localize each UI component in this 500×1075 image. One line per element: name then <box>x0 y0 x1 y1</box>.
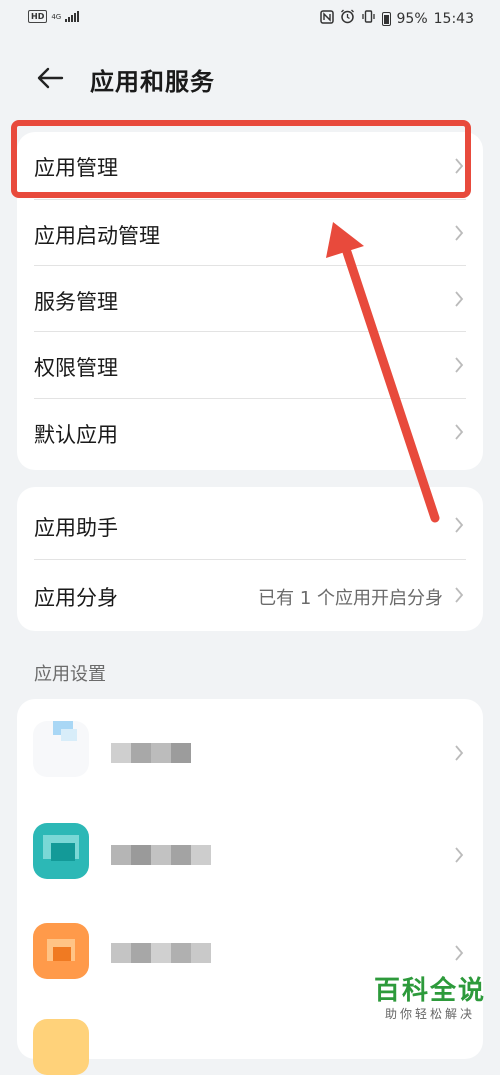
row-value: 已有 1 个应用开启分身 <box>258 588 443 609</box>
row-label: 应用分身 <box>34 586 118 610</box>
row-service-management[interactable]: 服务管理 <box>17 266 483 332</box>
row-label: 权限管理 <box>34 356 118 380</box>
chevron-right-icon <box>455 745 464 761</box>
watermark-sub: 助你轻松解决 <box>384 1007 475 1021</box>
battery-percent: 95% <box>396 10 428 27</box>
chevron-right-icon <box>455 225 464 241</box>
app-name-redacted <box>111 845 211 865</box>
chevron-right-icon <box>455 945 464 961</box>
app-icon <box>33 823 89 879</box>
arrow-left-icon <box>37 67 64 89</box>
app-icon <box>33 923 89 979</box>
vibrate-icon <box>361 9 376 28</box>
row-label: 服务管理 <box>34 290 118 314</box>
list-item[interactable] <box>17 699 483 807</box>
chevron-right-icon <box>455 517 464 533</box>
highlight-box <box>11 120 471 198</box>
chevron-right-icon <box>455 357 464 373</box>
row-app-launch-management[interactable]: 应用启动管理 <box>17 200 483 266</box>
row-app-twin[interactable]: 应用分身 已有 1 个应用开启分身 <box>17 560 483 631</box>
row-permission-management[interactable]: 权限管理 <box>17 332 483 398</box>
row-default-apps[interactable]: 默认应用 <box>17 399 483 469</box>
alarm-icon <box>340 9 355 28</box>
watermark-logo: 百科全说 助你轻松解决 <box>374 976 486 1022</box>
app-name-redacted <box>111 743 191 763</box>
app-icon <box>33 721 89 777</box>
battery-icon <box>381 11 391 26</box>
page-title: 应用和服务 <box>90 68 215 96</box>
app-icon <box>33 1019 89 1075</box>
chevron-right-icon <box>455 587 464 603</box>
watermark-main: 百科全说 <box>373 976 486 1006</box>
list-item[interactable] <box>17 807 483 905</box>
section-label-app-settings: 应用设置 <box>34 664 106 685</box>
row-label: 默认应用 <box>34 423 118 447</box>
app-assist-group: 应用助手 应用分身 已有 1 个应用开启分身 <box>17 487 483 631</box>
row-label: 应用启动管理 <box>34 224 160 248</box>
signal-icon <box>65 11 80 22</box>
status-time: 15:43 <box>433 10 474 27</box>
chevron-right-icon <box>455 424 464 440</box>
chevron-right-icon <box>455 847 464 863</box>
app-name-redacted <box>111 943 211 963</box>
row-label: 应用助手 <box>34 516 118 540</box>
chevron-right-icon <box>455 291 464 307</box>
hd-badge: HD <box>28 10 48 23</box>
back-button[interactable] <box>30 60 70 96</box>
network-label: 4G <box>51 12 62 21</box>
nfc-icon <box>319 9 334 28</box>
header: 应用和服务 <box>0 50 500 106</box>
row-app-assistant[interactable]: 应用助手 <box>17 487 483 559</box>
status-bar: HD 4G 95% 15:43 <box>0 0 500 38</box>
